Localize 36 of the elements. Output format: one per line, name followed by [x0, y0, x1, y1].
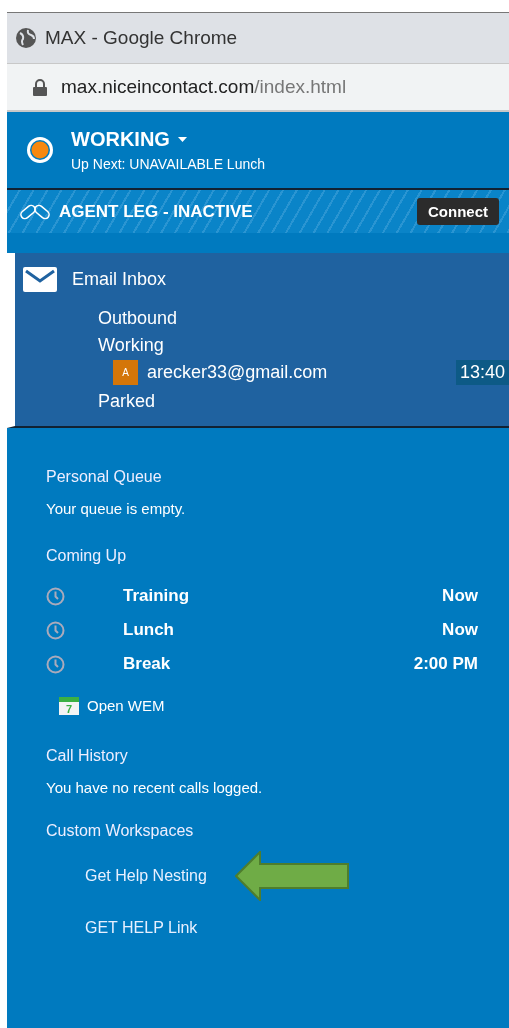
email-inbox-title[interactable]: Email Inbox: [72, 269, 167, 290]
agent-leg-status: AGENT LEG - INACTIVE: [59, 201, 254, 222]
calendar-icon: 7: [59, 695, 79, 715]
status-indicator-icon: [25, 135, 55, 165]
clock-icon: [46, 654, 65, 674]
status-dropdown[interactable]: WORKING: [71, 128, 187, 151]
schedule-item: Break: [123, 654, 172, 674]
timer: 13:40: [455, 360, 509, 385]
clock-icon: [46, 620, 65, 640]
schedule-item: Training: [123, 586, 191, 606]
connect-button[interactable]: Connect: [417, 198, 499, 225]
section-heading: Coming Up: [46, 547, 128, 565]
inbox-folder[interactable]: Parked: [98, 391, 509, 412]
schedule-time: Now: [442, 586, 478, 606]
empty-queue-message: Your queue is empty.: [46, 500, 187, 517]
schedule-time: Now: [442, 620, 478, 640]
inbox-folder[interactable]: Outbound: [98, 308, 509, 329]
workspace-link[interactable]: GET HELP Link: [85, 919, 198, 937]
email-address[interactable]: arecker33@gmail.com: [147, 362, 328, 383]
inbox-folder[interactable]: Working: [98, 335, 509, 356]
section-heading: Call History: [46, 747, 129, 765]
open-wem-link[interactable]: 7 Open WEM: [59, 695, 165, 715]
caret-icon: [177, 137, 187, 142]
section-heading: Custom Workspaces: [46, 822, 195, 840]
section-heading: Personal Queue: [46, 468, 163, 486]
window-title: MAX - Google Chrome: [45, 27, 238, 49]
clock-icon: [46, 586, 65, 606]
globe-icon: [15, 27, 37, 49]
up-next-text: Up Next: UNAVAILABLE Lunch: [71, 156, 266, 172]
schedule-time: 2:00 PM: [413, 654, 478, 674]
envelope-icon: [23, 267, 57, 292]
schedule-item: Lunch: [123, 620, 175, 640]
no-calls-message: You have no recent calls logged.: [46, 779, 264, 796]
workspace-link[interactable]: Get Help Nesting: [85, 867, 207, 885]
lock-icon: [33, 78, 47, 96]
contact-avatar: A: [113, 360, 138, 385]
